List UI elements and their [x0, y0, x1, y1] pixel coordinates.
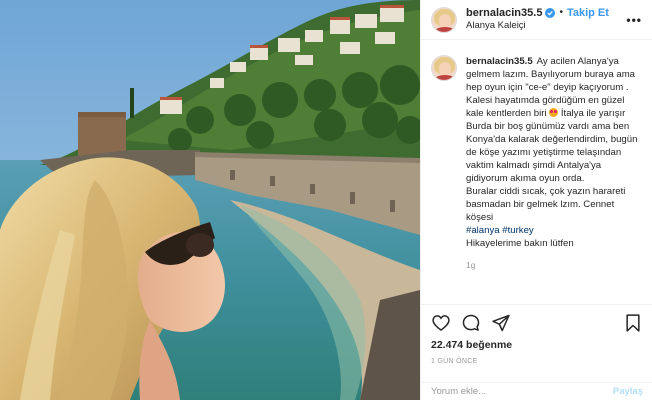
share-icon[interactable]: [491, 313, 511, 333]
post-time-ago: 1 GÜN ÖNCE: [431, 358, 478, 365]
separator-dot: •: [559, 7, 563, 19]
caption-part2: İtalya ile yarışır Burda bir boş günümüz…: [466, 108, 638, 223]
instagram-post: bernalacin35.5 • Takip Et Alanya Kaleiçi…: [0, 0, 652, 400]
comment-bar: Paylaş: [421, 382, 652, 400]
likes-label: beğenme: [466, 339, 513, 351]
post-photo[interactable]: [0, 0, 420, 400]
post-sidebar: bernalacin35.5 • Takip Et Alanya Kaleiçi…: [420, 0, 652, 400]
action-icons: [431, 305, 643, 341]
username-link[interactable]: bernalacin35.5: [466, 7, 542, 20]
post-comment-button[interactable]: Paylaş: [613, 386, 643, 397]
avatar[interactable]: [431, 6, 457, 33]
caption: bernalacin35.5 Ay acilen Alanya'ya gelmem…: [431, 55, 643, 250]
caption-time: 1g: [466, 260, 476, 270]
avatar[interactable]: [431, 55, 457, 81]
caption-text: bernalacin35.5 Ay acilen Alanya'ya gelmem…: [466, 55, 642, 250]
verified-icon: [545, 8, 556, 19]
more-icon[interactable]: •••: [624, 13, 642, 27]
comment-icon[interactable]: [461, 313, 481, 333]
heart-icon[interactable]: [431, 313, 451, 333]
caption-area: bernalacin35.5 Ay acilen Alanya'ya gelmem…: [421, 41, 652, 303]
likes-count[interactable]: 22.474 beğenme: [431, 339, 643, 351]
hashtags-link[interactable]: #alanya #turkey: [466, 225, 534, 236]
bookmark-icon[interactable]: [623, 313, 643, 333]
actions-section: 22.474 beğenme 1 GÜN ÖNCE: [421, 304, 652, 365]
likes-number: 22.474: [431, 339, 464, 351]
heart-eyes-emoji-icon: [549, 108, 559, 117]
follow-button[interactable]: Takip Et: [567, 7, 609, 20]
alanya-castle-photo: [0, 0, 420, 400]
header-text: bernalacin35.5 • Takip Et Alanya Kaleiçi: [466, 7, 624, 33]
location-link[interactable]: Alanya Kaleiçi: [466, 20, 624, 32]
comment-input[interactable]: [431, 386, 613, 397]
caption-username[interactable]: bernalacin35.5: [466, 56, 533, 67]
caption-footer: Hikayelerime bakın lütfen: [466, 238, 574, 249]
post-header: bernalacin35.5 • Takip Et Alanya Kaleiçi…: [421, 0, 652, 40]
